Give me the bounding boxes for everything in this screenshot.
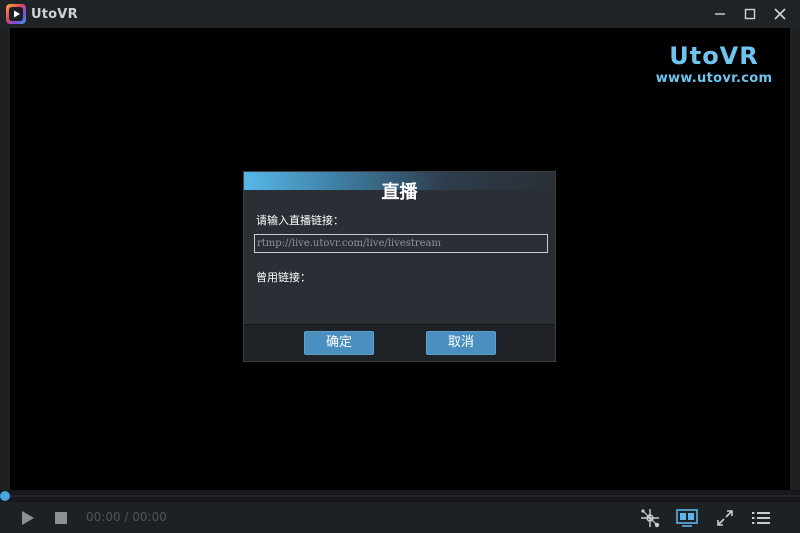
fullscreen-icon (717, 510, 733, 526)
progress-bar[interactable] (0, 490, 800, 502)
close-icon (774, 8, 786, 20)
playlist-icon (752, 512, 770, 524)
screen-mode-icon (676, 509, 698, 527)
title-bar: UtoVR (0, 0, 800, 28)
dialog-title: 直播 (381, 182, 418, 203)
minimize-button[interactable] (705, 0, 735, 28)
maximize-button[interactable] (735, 0, 765, 28)
playlist-button[interactable] (749, 506, 773, 530)
stream-link-label: 请输入直播链接： (256, 214, 344, 227)
brand-title: UtoVR (669, 42, 759, 70)
app-title: UtoVR (31, 7, 78, 22)
control-bar: 00:00 / 00:00 (0, 502, 800, 533)
dialog-footer: 确定 取消 (244, 324, 555, 361)
progress-track-line (4, 495, 800, 497)
progress-handle[interactable] (0, 491, 10, 501)
brand-watermark: UtoVR www.utovr.com (654, 42, 774, 86)
close-button[interactable] (765, 0, 795, 28)
vr-mode-button[interactable] (636, 506, 664, 530)
minimize-icon (715, 13, 725, 15)
stream-link-input[interactable]: rtmp://live.utovr.com/live/livestream (254, 234, 548, 253)
play-button[interactable] (16, 506, 40, 530)
screen-mode-button[interactable] (675, 506, 699, 530)
recent-links-label: 曾用链接： (256, 271, 311, 284)
brand-url: www.utovr.com (655, 71, 773, 86)
maximize-icon (744, 8, 756, 20)
stop-button[interactable] (50, 506, 72, 530)
fullscreen-button[interactable] (713, 506, 737, 530)
confirm-button[interactable]: 确定 (304, 331, 374, 355)
time-display: 00:00 / 00:00 (86, 510, 167, 524)
vr-gyro-icon (641, 509, 660, 528)
stop-icon (55, 512, 67, 524)
live-stream-dialog: 直播 请输入直播链接： rtmp://live.utovr.com/live/l… (243, 171, 556, 362)
app-logo-icon (6, 4, 26, 24)
play-icon (22, 511, 34, 525)
cancel-button[interactable]: 取消 (426, 331, 496, 355)
